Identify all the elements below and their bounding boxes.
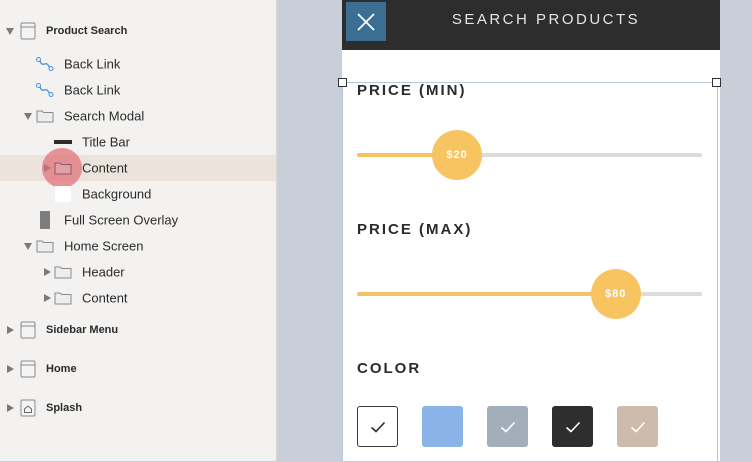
slider-fill (357, 292, 616, 296)
folder-icon (36, 109, 54, 123)
collapse-triangle-icon[interactable] (44, 294, 51, 302)
link-icon (36, 83, 54, 97)
screen-icon (20, 22, 36, 40)
collapse-triangle-icon[interactable] (7, 365, 14, 373)
layer-product-search[interactable]: Product Search (0, 18, 276, 44)
screen-icon (20, 321, 36, 339)
layer-label: Header (82, 264, 125, 280)
layer-search-modal[interactable]: Search Modal (0, 103, 276, 129)
layer-sidebar-menu[interactable]: Sidebar Menu (0, 317, 276, 343)
expand-triangle-icon[interactable] (24, 243, 32, 250)
layer-label: Back Link (64, 56, 121, 72)
overlay-icon (39, 211, 51, 229)
layer-header[interactable]: Header (0, 259, 276, 285)
selection-frame (342, 82, 718, 462)
layer-back-link-1[interactable]: Back Link (0, 51, 276, 77)
color-swatch-black[interactable] (552, 406, 593, 447)
checkmark-icon (630, 421, 645, 433)
layer-label: Title Bar (82, 134, 130, 150)
rectangle-icon (54, 185, 72, 203)
phone-screen: SEARCH PRODUCTS PRICE (MIN) $20 PRICE (M… (338, 0, 721, 462)
knob-value: $20 (446, 149, 468, 161)
layers-panel: Product Search Back Link Back Link Searc… (0, 0, 277, 461)
screen-icon (20, 360, 36, 378)
layer-label: Product Search (46, 25, 128, 37)
layer-label: Content (82, 160, 128, 176)
color-swatch-blue[interactable] (422, 406, 463, 447)
layer-label: Content (82, 290, 128, 306)
layer-label: Sidebar Menu (46, 324, 119, 336)
layer-label: Full Screen Overlay (64, 212, 179, 228)
folder-icon (54, 291, 72, 305)
layer-title-bar[interactable]: Title Bar (0, 129, 276, 155)
color-swatch-gray[interactable] (487, 406, 528, 447)
collapse-triangle-icon[interactable] (7, 326, 14, 334)
price-min-label: PRICE (MIN) (357, 82, 467, 99)
home-screen-icon (20, 399, 36, 417)
color-swatch-white[interactable] (357, 406, 398, 447)
layer-label: Home Screen (64, 238, 144, 254)
layer-back-link-2[interactable]: Back Link (0, 77, 276, 103)
layer-background[interactable]: Background (0, 181, 276, 207)
layer-full-screen-overlay[interactable]: Full Screen Overlay (0, 207, 276, 233)
collapse-triangle-icon[interactable] (44, 268, 51, 276)
title-bar: SEARCH PRODUCTS (342, 0, 720, 50)
price-min-knob[interactable]: $20 (432, 130, 483, 180)
price-max-label: PRICE (MAX) (357, 221, 473, 238)
folder-icon (54, 161, 72, 175)
link-icon (36, 57, 54, 71)
bar-icon (54, 139, 72, 145)
folder-icon (54, 265, 72, 279)
layer-home-content[interactable]: Content (0, 285, 276, 311)
page-title: SEARCH PRODUCTS (451, 11, 641, 28)
checkmark-icon (370, 421, 385, 433)
layer-home-screen[interactable]: Home Screen (0, 233, 276, 259)
resize-handle[interactable] (338, 78, 347, 87)
expand-triangle-icon[interactable] (6, 28, 14, 35)
layer-label: Back Link (64, 82, 121, 98)
layer-splash[interactable]: Splash (0, 395, 276, 421)
expand-triangle-icon[interactable] (24, 113, 32, 120)
folder-icon (36, 239, 54, 253)
resize-handle[interactable] (712, 78, 721, 87)
layer-label: Background (82, 186, 152, 202)
checkmark-icon (500, 421, 515, 433)
price-max-knob[interactable]: $80 (590, 269, 641, 319)
knob-value: $80 (605, 288, 627, 300)
collapse-triangle-icon[interactable] (7, 404, 14, 412)
price-max-slider[interactable] (357, 292, 702, 296)
color-label: COLOR (357, 360, 422, 377)
layer-label: Search Modal (64, 108, 145, 124)
color-swatch-beige[interactable] (617, 406, 658, 447)
layer-label: Splash (46, 402, 83, 414)
layer-home[interactable]: Home (0, 356, 276, 382)
layer-content-selected[interactable]: Content (0, 148, 276, 188)
price-min-slider[interactable] (357, 153, 702, 157)
checkmark-icon (565, 421, 580, 433)
layer-label: Home (46, 363, 77, 375)
